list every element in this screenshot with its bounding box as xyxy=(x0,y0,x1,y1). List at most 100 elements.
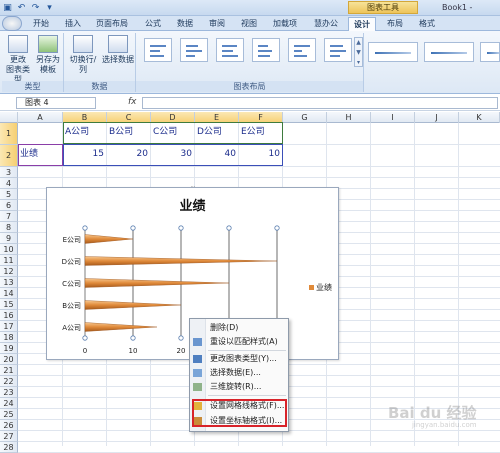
row-header-20[interactable]: 20 xyxy=(0,354,18,365)
chart-style-3[interactable] xyxy=(480,42,500,62)
undo-icon[interactable]: ↶ xyxy=(16,3,27,14)
row-header-6[interactable]: 6 xyxy=(0,200,18,211)
save-as-template-button[interactable]: 另存为 模板 xyxy=(33,35,63,79)
column-header-c[interactable]: C xyxy=(107,112,151,123)
chart-legend[interactable]: 业绩 xyxy=(309,282,332,293)
row-header-23[interactable]: 23 xyxy=(0,387,18,398)
menu-item-change-chart-type[interactable]: 更改图表类型(Y)... xyxy=(190,352,288,366)
row-header-28[interactable]: 28 xyxy=(0,442,18,453)
row-header-22[interactable]: 22 xyxy=(0,376,18,387)
column-gridline xyxy=(370,123,371,446)
formula-input[interactable] xyxy=(142,97,498,109)
cell-f2[interactable]: 10 xyxy=(241,149,280,160)
row-header-15[interactable]: 15 xyxy=(0,299,18,310)
cell-f1[interactable]: E公司 xyxy=(241,127,265,138)
gridline-handle xyxy=(274,225,280,231)
group-type: 更改 图表类型 另存为 模板 类型 xyxy=(2,33,64,92)
cell-a2[interactable]: 业绩 xyxy=(20,149,38,160)
row-header-18[interactable]: 18 xyxy=(0,332,18,343)
tab-review[interactable]: 审阅 xyxy=(204,17,230,31)
column-header-f[interactable]: F xyxy=(239,112,283,123)
group-chart-styles xyxy=(364,33,500,92)
tab-insert[interactable]: 插入 xyxy=(60,17,86,31)
row-header-26[interactable]: 26 xyxy=(0,420,18,431)
menu-item-delete[interactable]: 删除(D) xyxy=(190,321,288,335)
row-header-24[interactable]: 24 xyxy=(0,398,18,409)
column-header-h[interactable]: H xyxy=(327,112,371,123)
group-data-label: 数据 xyxy=(64,81,135,92)
row-header-4[interactable]: 4 xyxy=(0,178,18,189)
row-header-14[interactable]: 14 xyxy=(0,288,18,299)
save-as-template-label: 另存为 模板 xyxy=(36,55,60,74)
row-header-16[interactable]: 16 xyxy=(0,310,18,321)
chart-layout-6[interactable] xyxy=(324,38,352,62)
column-header-i[interactable]: I xyxy=(371,112,415,123)
row-header-3[interactable]: 3 xyxy=(0,167,18,178)
row-header-2[interactable]: 2 xyxy=(0,145,18,167)
row-header-12[interactable]: 12 xyxy=(0,266,18,277)
row-header-9[interactable]: 9 xyxy=(0,233,18,244)
tab-data[interactable]: 数据 xyxy=(172,17,198,31)
column-header-j[interactable]: J xyxy=(415,112,459,123)
layout-gallery-scroll[interactable]: ▲ ▼ ▾ xyxy=(354,37,363,67)
fx-icon[interactable]: fx xyxy=(128,97,137,107)
tab-layout[interactable]: 布局 xyxy=(382,17,408,31)
select-all-corner[interactable] xyxy=(0,112,18,123)
column-header-d[interactable]: D xyxy=(151,112,195,123)
tab-format[interactable]: 格式 xyxy=(414,17,440,31)
row-header-25[interactable]: 25 xyxy=(0,409,18,420)
tab-addins[interactable]: 加载项 xyxy=(268,17,302,31)
template-icon xyxy=(38,35,58,53)
tab-view[interactable]: 视图 xyxy=(236,17,262,31)
chart-layout-2[interactable] xyxy=(180,38,208,62)
column-header-k[interactable]: K xyxy=(459,112,500,123)
cell-e1[interactable]: D公司 xyxy=(197,127,222,138)
select-data-button[interactable]: 选择数据 xyxy=(101,35,135,79)
row-header-5[interactable]: 5 xyxy=(0,189,18,200)
row-header-11[interactable]: 11 xyxy=(0,255,18,266)
name-box[interactable]: 图表 4 xyxy=(16,97,96,109)
row-header-13[interactable]: 13 xyxy=(0,277,18,288)
legend-label: 业绩 xyxy=(316,283,332,292)
office-button[interactable] xyxy=(2,16,22,31)
cell-d1[interactable]: C公司 xyxy=(153,127,177,138)
column-header-g[interactable]: G xyxy=(283,112,327,123)
cell-e2[interactable]: 40 xyxy=(197,149,236,160)
redo-icon[interactable]: ↷ xyxy=(30,3,41,14)
column-header-a[interactable]: A xyxy=(18,112,63,123)
row-header-27[interactable]: 27 xyxy=(0,431,18,442)
row-header-21[interactable]: 21 xyxy=(0,365,18,376)
chart-layout-5[interactable] xyxy=(288,38,316,62)
column-header-b[interactable]: B xyxy=(63,112,107,123)
tab-design[interactable]: 设计 xyxy=(348,17,376,31)
row-header-10[interactable]: 10 xyxy=(0,244,18,255)
menu-item-select-data[interactable]: 选择数据(E)... xyxy=(190,366,288,380)
customize-qat-icon[interactable]: ▾ xyxy=(44,3,55,14)
watermark: Bai du 经验 jingyan.baidu.com xyxy=(388,402,477,429)
row-header-8[interactable]: 8 xyxy=(0,222,18,233)
chart-style-2[interactable] xyxy=(424,42,474,62)
column-header-e[interactable]: E xyxy=(195,112,239,123)
tab-home[interactable]: 开始 xyxy=(28,17,54,31)
row-header-17[interactable]: 17 xyxy=(0,321,18,332)
row-header-7[interactable]: 7 xyxy=(0,211,18,222)
chart-layout-3[interactable] xyxy=(216,38,244,62)
cell-c2[interactable]: 20 xyxy=(109,149,148,160)
row-header-1[interactable]: 1 xyxy=(0,123,18,145)
chart-layout-4[interactable] xyxy=(252,38,280,62)
menu-item-3d-rotation[interactable]: 三维旋转(R)... xyxy=(190,380,288,394)
save-icon[interactable]: ▣ xyxy=(2,3,13,14)
cell-c1[interactable]: B公司 xyxy=(109,127,133,138)
chart-style-1[interactable] xyxy=(368,42,418,62)
tab-huibangong[interactable]: 慧办公 xyxy=(308,17,344,31)
cell-b2[interactable]: 15 xyxy=(65,149,104,160)
row-header-19[interactable]: 19 xyxy=(0,343,18,354)
change-chart-type-button[interactable]: 更改 图表类型 xyxy=(3,35,33,84)
cell-b1[interactable]: A公司 xyxy=(65,127,89,138)
tab-formulas[interactable]: 公式 xyxy=(140,17,166,31)
menu-item-reset-style[interactable]: 重设以匹配样式(A) xyxy=(190,335,288,349)
chart-layout-1[interactable] xyxy=(144,38,172,62)
switch-row-column-button[interactable]: 切换行/列 xyxy=(66,35,100,79)
tab-page-layout[interactable]: 页面布局 xyxy=(90,17,134,31)
cell-d2[interactable]: 30 xyxy=(153,149,192,160)
